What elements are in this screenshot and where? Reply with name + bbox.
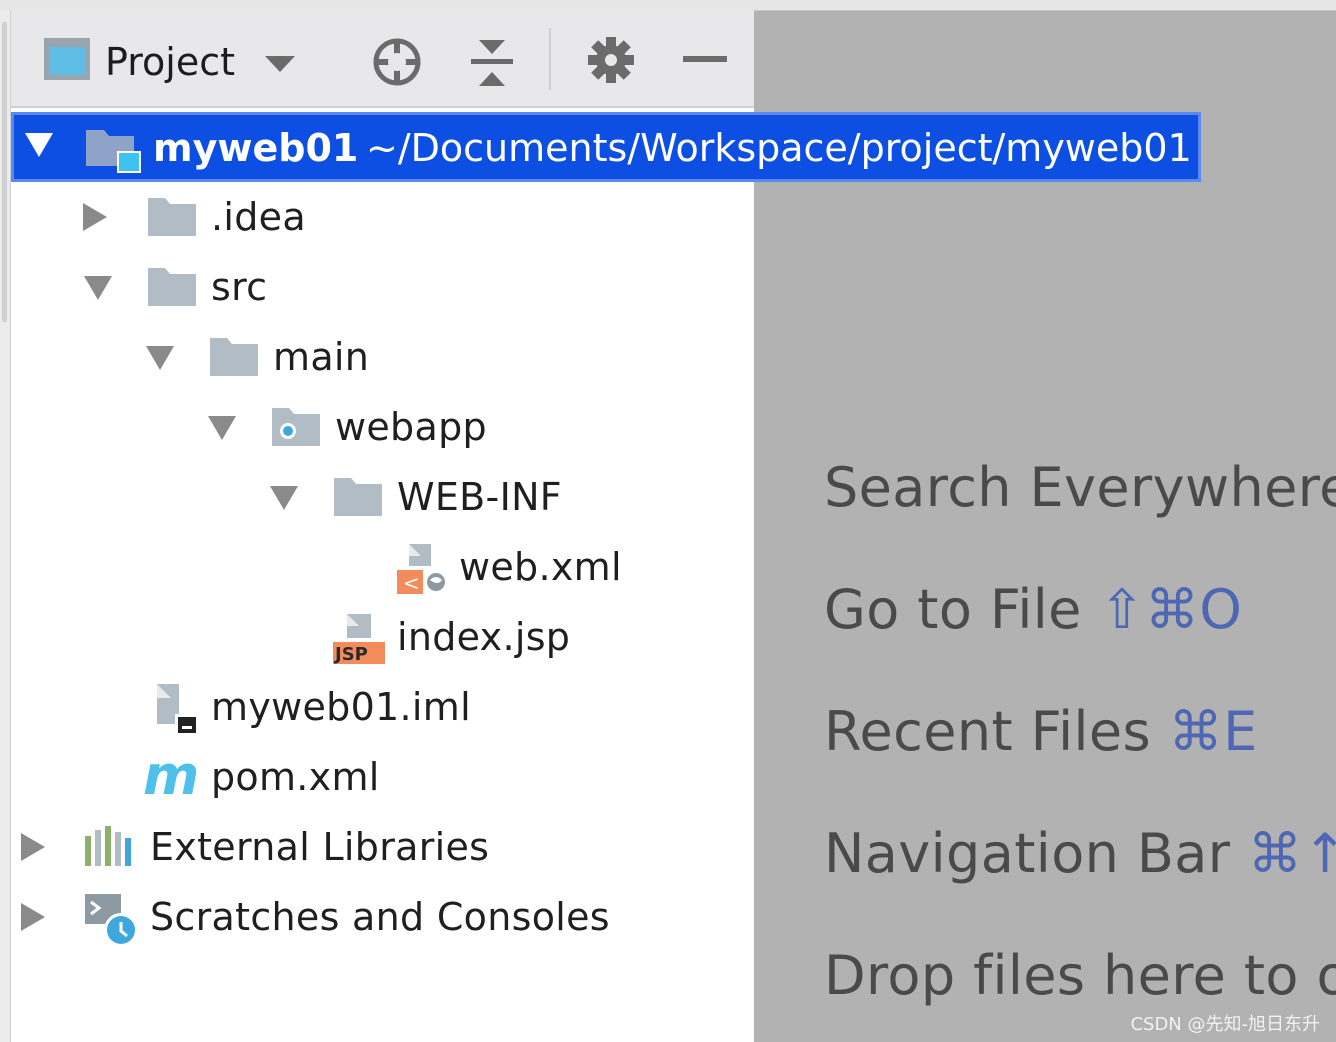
hint-recent-files: Recent Files ⌘E xyxy=(824,700,1258,763)
tree-item-label: External Libraries xyxy=(150,825,490,869)
hint-text: Recent Files xyxy=(824,700,1152,763)
folder-icon xyxy=(334,478,382,516)
tree-row-scratches[interactable]: Scratches and Consoles xyxy=(11,882,754,952)
collapse-all-icon[interactable] xyxy=(469,38,515,88)
chevron-down-icon[interactable] xyxy=(263,54,297,74)
hint-shortcut: ⌘↑ xyxy=(1247,822,1336,885)
left-scrollbar[interactable] xyxy=(2,22,7,322)
tree-row-idea[interactable]: .idea xyxy=(11,182,754,252)
module-folder-icon xyxy=(86,130,141,173)
tree-row-root[interactable]: myweb01 ~/Documents/Workspace/project/my… xyxy=(11,112,1201,182)
expanded-arrow-icon[interactable] xyxy=(269,484,299,512)
project-view-icon[interactable] xyxy=(43,37,91,81)
project-toolbar: Project xyxy=(11,10,754,108)
tree-row-src[interactable]: src xyxy=(11,252,754,322)
hint-text: Drop files here to o xyxy=(824,944,1336,1007)
expanded-arrow-icon[interactable] xyxy=(24,131,54,159)
scratches-icon xyxy=(85,894,138,947)
hint-text: Navigation Bar xyxy=(824,822,1231,885)
folder-icon xyxy=(148,198,196,236)
iml-file-icon xyxy=(157,684,199,736)
hint-drop-files: Drop files here to o xyxy=(824,944,1336,1007)
hint-navigation-bar: Navigation Bar ⌘↑ xyxy=(824,822,1336,885)
tree-row-webapp[interactable]: webapp xyxy=(11,392,754,462)
tree-row-index-jsp[interactable]: JSP index.jsp xyxy=(11,602,754,672)
tree-item-label: WEB-INF xyxy=(397,475,562,519)
libraries-icon xyxy=(85,826,131,866)
tree-item-label: webapp xyxy=(335,405,487,449)
root-module-path: ~/Documents/Workspace/project/myweb01 xyxy=(366,126,1192,170)
expanded-arrow-icon[interactable] xyxy=(207,414,237,442)
tree-row-web-inf[interactable]: WEB-INF xyxy=(11,462,754,532)
collapsed-arrow-icon[interactable] xyxy=(19,832,47,862)
tree-row-web-xml[interactable]: < web.xml xyxy=(11,532,754,602)
tree-row-external-libraries[interactable]: External Libraries xyxy=(11,812,754,882)
tree-item-label: index.jsp xyxy=(397,615,571,659)
tree-item-label: src xyxy=(211,265,268,309)
folder-icon xyxy=(210,338,258,376)
locate-icon[interactable] xyxy=(371,36,423,88)
folder-icon xyxy=(148,268,196,306)
tree-item-label: web.xml xyxy=(459,545,622,589)
tree-item-label: pom.xml xyxy=(211,755,380,799)
jsp-badge: JSP xyxy=(335,644,368,665)
tree-row-main[interactable]: main xyxy=(11,322,754,392)
gear-icon[interactable] xyxy=(587,36,635,84)
hint-go-to-file: Go to File ⇧⌘O xyxy=(824,578,1242,641)
toolbar-separator xyxy=(549,28,551,90)
watermark: CSDN @先知-旭日东升 xyxy=(1130,1014,1320,1035)
hint-text: Search Everywhere xyxy=(824,456,1336,519)
tree-row-pom-xml[interactable]: m pom.xml xyxy=(11,742,754,812)
tree-item-label: main xyxy=(273,335,370,379)
tree-item-label: .idea xyxy=(211,195,306,239)
project-view-label[interactable]: Project xyxy=(105,40,235,84)
collapsed-arrow-icon[interactable] xyxy=(19,902,47,932)
hint-text: Go to File xyxy=(824,578,1082,641)
expanded-arrow-icon[interactable] xyxy=(145,344,175,372)
project-tool-window: Project myweb01 ~/Documents/Workspace/pr… xyxy=(11,10,1201,1042)
tree-item-label: myweb01.iml xyxy=(211,685,471,729)
svg-text:<: < xyxy=(403,571,420,595)
tree-item-label: Scratches and Consoles xyxy=(150,895,610,939)
tree-row-iml[interactable]: myweb01.iml xyxy=(11,672,754,742)
collapsed-arrow-icon[interactable] xyxy=(81,202,109,232)
maven-icon: m xyxy=(143,744,200,807)
hint-shortcut: ⌘E xyxy=(1168,700,1258,763)
root-module-name: myweb01 xyxy=(153,126,359,170)
xml-file-icon: < xyxy=(397,544,448,595)
hint-shortcut: ⇧⌘O xyxy=(1099,578,1243,641)
web-folder-icon xyxy=(272,408,320,446)
left-tool-strip xyxy=(0,10,11,1042)
minimize-icon[interactable] xyxy=(683,54,727,64)
hint-search-everywhere: Search Everywhere xyxy=(824,456,1336,519)
expanded-arrow-icon[interactable] xyxy=(83,274,113,302)
